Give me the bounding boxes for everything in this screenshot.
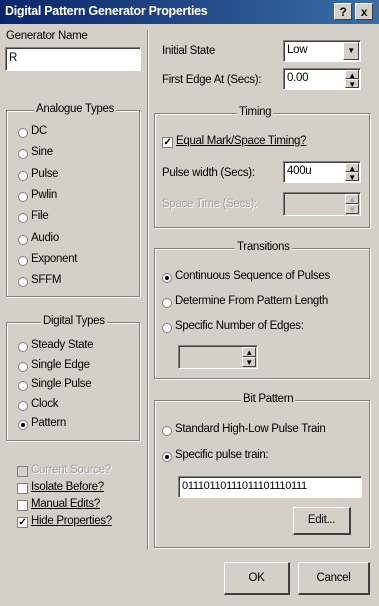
first-edge-value: 0.00	[287, 72, 309, 84]
column-separator	[147, 30, 148, 550]
digital-radio-steady-state[interactable]	[18, 342, 28, 352]
analogue-label-sffm: SFFM	[31, 274, 62, 287]
transitions-radio-determine-from-pattern-length[interactable]	[162, 298, 172, 308]
spin-up-icon[interactable]: ▲	[345, 194, 359, 204]
spin-down-icon[interactable]: ▼	[345, 79, 359, 89]
transitions-label-specific-number-of-edges: Specific Number of Edges:	[175, 320, 304, 332]
ok-button[interactable]: OK	[224, 562, 290, 595]
pulse-width-label: Pulse width (Secs):	[162, 167, 255, 179]
chevron-down-icon[interactable]: ▼	[343, 42, 359, 60]
digital-label-steady-state: Steady State	[31, 339, 94, 351]
spin-up-icon[interactable]: ▲	[242, 347, 256, 357]
title-bar: Digital Pattern Generator Properties ? x	[0, 0, 379, 24]
timing-title: Timing	[237, 106, 274, 118]
bit-pattern-label-standard-high-low-pulse-train: Standard High-Low Pulse Train	[175, 423, 326, 435]
bit-pattern-title: Bit Pattern	[241, 393, 296, 405]
hide-properties-checkbox[interactable]: ✓	[17, 517, 28, 528]
window-title: Digital Pattern Generator Properties	[5, 4, 208, 18]
bit-pattern-radio-specific-pulse-train[interactable]	[162, 452, 172, 462]
space-time-input[interactable]: ▲ ▼	[283, 192, 361, 216]
equal-mark-space-label: Equal Mark/Space Timing?	[176, 135, 307, 147]
digital-radio-single-pulse[interactable]	[18, 381, 28, 391]
first-edge-input[interactable]: 0.00 ▲ ▼	[283, 68, 361, 90]
transitions-label-continuous-sequence-of-pulses: Continuous Sequence of Pulses	[175, 270, 330, 282]
edges-count-input[interactable]: ▲ ▼	[178, 345, 258, 369]
pattern-value: 01110110111011101110111	[182, 480, 307, 492]
edit-button[interactable]: Edit...	[293, 507, 351, 535]
spin-up-icon[interactable]: ▲	[345, 70, 359, 80]
analogue-radio-pulse[interactable]	[18, 170, 28, 181]
hide-properties-label: Hide Properties?	[31, 515, 112, 527]
help-button[interactable]: ?	[334, 3, 352, 20]
analogue-radio-audio[interactable]	[18, 234, 28, 245]
digital-label-single-pulse: Single Pulse	[31, 378, 92, 390]
first-edge-label: First Edge At (Secs):	[162, 74, 262, 86]
digital-types-title: Digital Types	[41, 315, 107, 327]
analogue-label-exponent: Exponent	[31, 252, 78, 265]
current-source-label: Current Source?	[31, 464, 111, 476]
transitions-title: Transitions	[235, 241, 292, 253]
manual-edits-checkbox[interactable]	[17, 500, 28, 511]
pulse-width-value: 400u	[287, 165, 312, 177]
close-button[interactable]: x	[355, 3, 373, 20]
bit-pattern-label-specific-pulse-train: Specific pulse train:	[175, 449, 269, 461]
digital-label-single-edge: Single Edge	[31, 358, 90, 371]
digital-radio-single-edge[interactable]	[18, 361, 28, 372]
digital-radio-pattern[interactable]	[18, 420, 28, 430]
generator-name-input[interactable]: R	[5, 47, 141, 71]
spin-down-icon[interactable]: ▼	[242, 357, 256, 367]
pattern-input[interactable]: 01110110111011101110111	[178, 476, 362, 498]
bit-pattern-radio-standard-high-low-pulse-train[interactable]	[162, 426, 172, 436]
analogue-label-dc: DC	[31, 125, 48, 137]
analogue-label-audio: Audio	[31, 231, 59, 244]
analogue-label-sine: Sine	[31, 146, 53, 159]
current-source-checkbox[interactable]	[17, 466, 28, 477]
digital-label-pattern: Pattern	[31, 417, 66, 429]
digital-radio-clock[interactable]	[18, 400, 28, 411]
analogue-label-pulse: Pulse	[31, 167, 59, 180]
transitions-radio-continuous-sequence-of-pulses[interactable]	[162, 273, 172, 283]
generator-name-label: Generator Name	[6, 30, 88, 42]
cancel-button[interactable]: Cancel	[298, 562, 370, 595]
initial-state-label: Initial State	[162, 45, 215, 57]
equal-mark-space-checkbox[interactable]: ✓	[162, 137, 173, 148]
digital-label-clock: Clock	[31, 397, 59, 410]
initial-state-select[interactable]: Low ▼	[283, 40, 361, 62]
generator-name-value: R	[9, 52, 18, 64]
analogue-types-title: Analogue Types	[34, 103, 117, 115]
space-time-label: Space Time (Secs):	[162, 198, 257, 210]
transitions-label-determine-from-pattern-length: Determine From Pattern Length	[175, 295, 329, 307]
analogue-label-pwlin: Pwlin	[31, 188, 57, 201]
initial-state-value: Low	[287, 44, 308, 56]
analogue-label-file: File	[31, 210, 49, 223]
analogue-radio-pwlin[interactable]	[18, 191, 28, 202]
manual-edits-label: Manual Edits?	[31, 498, 100, 510]
isolate-before-checkbox[interactable]	[17, 483, 28, 494]
analogue-radio-dc[interactable]	[18, 128, 28, 138]
spin-down-icon[interactable]: ▼	[345, 172, 359, 182]
spin-up-icon[interactable]: ▲	[345, 163, 359, 173]
isolate-before-label: Isolate Before?	[31, 481, 104, 493]
analogue-radio-exponent[interactable]	[18, 255, 28, 266]
spin-down-icon[interactable]: ▼	[345, 204, 359, 214]
transitions-radio-specific-number-of-edges[interactable]	[162, 323, 172, 333]
pulse-width-input[interactable]: 400u ▲ ▼	[283, 161, 361, 183]
analogue-types-group: Analogue Types	[6, 103, 140, 297]
